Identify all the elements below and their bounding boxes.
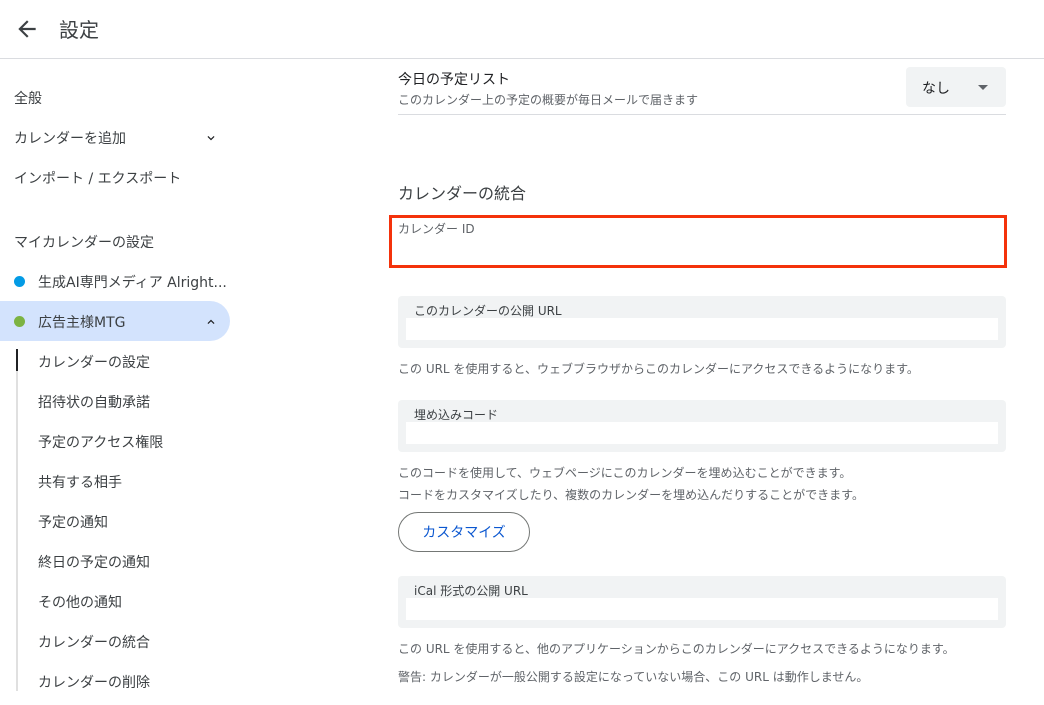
my-calendars-heading: マイカレンダーの設定 (14, 235, 154, 251)
chevron-up-icon[interactable] (204, 315, 218, 329)
agenda-title: 今日の予定リスト (398, 72, 510, 88)
sidebar-sub-item[interactable]: カレンダーの削除 (38, 672, 150, 692)
sidebar-sub-item[interactable]: カレンダーの統合 (38, 632, 150, 652)
back-arrow-icon[interactable] (14, 16, 40, 42)
sidebar-sub-item[interactable]: 予定の通知 (38, 512, 108, 532)
public-url-input[interactable] (406, 318, 998, 340)
sidebar-sub-item[interactable]: カレンダーの設定 (38, 352, 150, 372)
embed-description-2: コードをカスタマイズしたり、複数のカレンダーを埋め込んだりすることができます。 (398, 488, 864, 502)
public-url-description: この URL を使用すると、ウェブブラウザからこのカレンダーにアクセスできるよう… (398, 362, 919, 376)
agenda-select[interactable]: なし (906, 67, 1006, 107)
submenu-active-indicator (16, 349, 18, 371)
submenu-rail (16, 349, 18, 691)
settings-content: 今日の予定リスト このカレンダー上の予定の概要が毎日メールで届きます なし カレ… (389, 60, 1008, 705)
sidebar-item-import-export[interactable]: インポート / エクスポート (14, 168, 181, 188)
embed-code-input[interactable] (406, 422, 998, 444)
ical-url-label: iCal 形式の公開 URL (414, 584, 528, 598)
embed-code-label: 埋め込みコード (414, 408, 499, 422)
agenda-select-value: なし (922, 81, 950, 97)
public-url-field: このカレンダーの公開 URL (398, 296, 1006, 348)
sidebar: 全般 カレンダーを追加 インポート / エクスポート マイカレンダーの設定 生成… (0, 60, 240, 705)
integration-section-title: カレンダーの統合 (398, 184, 527, 203)
embed-code-field: 埋め込みコード (398, 400, 1006, 452)
sidebar-sub-item[interactable]: その他の通知 (38, 592, 122, 612)
dropdown-arrow-icon (978, 85, 988, 90)
sidebar-sub-item[interactable]: 共有する相手 (38, 472, 122, 492)
sidebar-calendar-item[interactable]: 生成AI専門メディア Alright... (38, 272, 227, 292)
sidebar-item-general[interactable]: 全般 (14, 88, 42, 108)
divider (398, 114, 1006, 115)
public-url-label: このカレンダーの公開 URL (414, 304, 562, 318)
highlight-box (389, 215, 1007, 268)
sidebar-sub-item[interactable]: 招待状の自動承諾 (38, 392, 150, 412)
ical-url-input[interactable] (406, 598, 998, 620)
sidebar-item-add-calendar[interactable]: カレンダーを追加 (14, 128, 126, 148)
agenda-description: このカレンダー上の予定の概要が毎日メールで届きます (398, 93, 699, 107)
calendar-color-dot (14, 276, 25, 287)
calendar-color-dot (14, 316, 25, 327)
calendar-id-label: カレンダー ID (398, 222, 475, 236)
sidebar-sub-item[interactable]: 終日の予定の通知 (38, 552, 150, 572)
sidebar-sub-item[interactable]: 予定のアクセス権限 (38, 432, 163, 452)
sidebar-calendar-item-selected[interactable]: 広告主様MTG (38, 312, 125, 332)
top-bar: 設定 (0, 0, 1044, 59)
page-title: 設定 (59, 18, 99, 42)
chevron-down-icon[interactable] (204, 131, 218, 145)
customize-button[interactable]: カスタマイズ (398, 512, 530, 552)
ical-description-1: この URL を使用すると、他のアプリケーションからこのカレンダーにアクセスでき… (398, 642, 955, 656)
ical-warning: 警告: カレンダーが一般公開する設定になっていない場合、この URL は動作しま… (398, 670, 869, 684)
ical-url-field: iCal 形式の公開 URL (398, 576, 1006, 628)
embed-description-1: このコードを使用して、ウェブページにこのカレンダーを埋め込むことができます。 (398, 466, 852, 480)
